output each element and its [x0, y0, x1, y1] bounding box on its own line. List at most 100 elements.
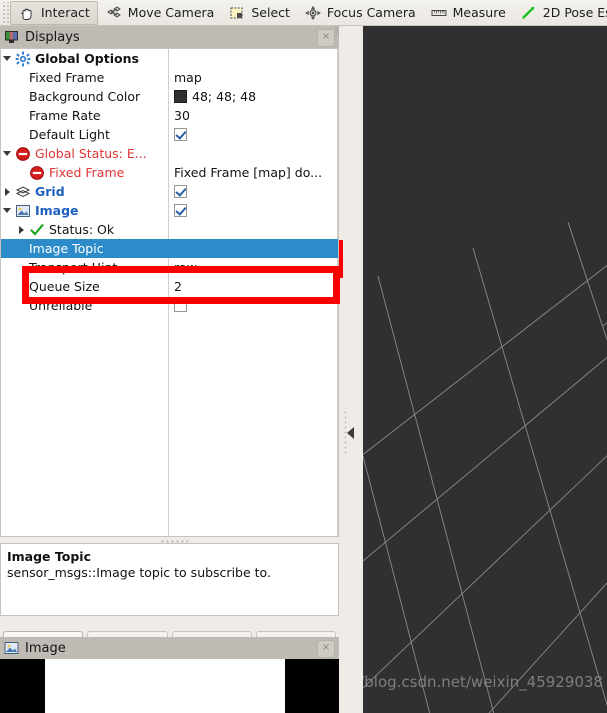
tool-move-camera[interactable]: Move Camera — [98, 1, 222, 25]
tree-row[interactable]: Status: Ok — [1, 220, 338, 239]
tree-row-label: Image — [35, 203, 79, 218]
annotation-rectangle-overflow — [339, 240, 343, 278]
chevron-down-icon[interactable] — [1, 144, 15, 163]
tree-row-value-cell[interactable] — [169, 49, 338, 68]
tree-row-value-cell[interactable] — [169, 125, 338, 144]
chevron-right-icon[interactable] — [1, 182, 15, 201]
select-rect-icon — [230, 7, 243, 18]
render-viewport-3d[interactable]: https://blog.csdn.net/weixin_45929038 — [363, 26, 607, 713]
tree-row-name-cell: Background Color — [1, 87, 169, 106]
tree-row-label: Background Color — [29, 89, 141, 104]
tree-row-name-cell: Fixed Frame — [1, 163, 169, 182]
tree-row-value: map — [174, 70, 202, 85]
tree-row[interactable]: Frame Rate 30 — [1, 106, 338, 125]
hand-cursor-icon — [21, 8, 32, 20]
image-display-area[interactable] — [0, 659, 339, 713]
tree-row-value-cell[interactable] — [169, 182, 338, 201]
tree-row-label: Global Options — [35, 51, 139, 66]
tree-row-label: Global Status: E... — [35, 146, 147, 161]
tool-interact[interactable]: Interact — [10, 0, 98, 25]
tree-row-value-cell[interactable] — [169, 296, 338, 315]
tool-2d-pose-estimate[interactable]: 2D Pose Estima — [513, 1, 607, 25]
checkbox[interactable] — [174, 299, 187, 312]
chevron-down-icon[interactable] — [1, 49, 15, 68]
tree-row-label: Queue Size — [29, 279, 100, 294]
tree-row[interactable]: Fixed Frame Fixed Frame [map] do... — [1, 163, 338, 182]
focus-camera-icon — [305, 5, 321, 20]
chevron-left-icon[interactable] — [347, 427, 354, 439]
tool-measure[interactable]: Measure — [423, 1, 513, 25]
tree-row[interactable]: Queue Size 2 — [1, 277, 338, 296]
tree-row-value-cell[interactable] — [169, 220, 338, 239]
tree-row[interactable]: Fixed Frame map — [1, 68, 338, 87]
tree-row[interactable]: Global Status: E... — [1, 144, 338, 163]
chevron-down-icon[interactable] — [1, 201, 15, 220]
tree-row-name-cell: Image — [1, 201, 169, 220]
tree-row-value-cell[interactable]: raw — [169, 258, 338, 277]
toolbar-drag-handle[interactable] — [1, 1, 10, 24]
image-dock-title: Image — [25, 640, 66, 656]
image-dock: Image × — [0, 637, 339, 713]
image-dock-header: Image × — [0, 637, 339, 659]
property-description-box: Image Topic sensor_msgs::Image topic to … — [0, 543, 339, 616]
tool-focus-camera[interactable]: Focus Camera — [297, 1, 423, 25]
tree-row[interactable]: Transport Hint raw — [1, 258, 338, 277]
main-toolbar: Interact Move Camera Select Focus Camera… — [0, 0, 607, 26]
checkbox[interactable] — [174, 185, 187, 198]
tree-row-value-cell[interactable]: 30 — [169, 106, 338, 125]
tree-row-value: Fixed Frame [map] do... — [174, 165, 323, 180]
tree-row-value-cell[interactable] — [169, 239, 338, 258]
tree-row-name-cell: Transport Hint — [1, 258, 169, 277]
displays-dock-header: Displays × — [0, 26, 339, 48]
rviz-window: Interact Move Camera Select Focus Camera… — [0, 0, 607, 713]
tree-row-value-cell[interactable] — [169, 201, 338, 220]
chevron-right-icon[interactable] — [15, 220, 29, 239]
tree-row[interactable]: Background Color 48; 48; 48 — [1, 87, 338, 106]
description-title: Image Topic — [7, 549, 91, 564]
tree-row-name-cell: Frame Rate — [1, 106, 169, 125]
tree-row-value-cell[interactable] — [169, 144, 338, 163]
tree-row-value-cell[interactable]: Fixed Frame [map] do... — [169, 163, 338, 182]
image-thumbnail-icon — [4, 642, 19, 654]
tree-row-value: 30 — [174, 108, 190, 123]
tree-row-label: Default Light — [29, 127, 110, 142]
tree-row-value-cell[interactable]: 48; 48; 48 — [169, 87, 338, 106]
watermark-text: https://blog.csdn.net/weixin_45929038 — [363, 673, 603, 691]
color-swatch[interactable] — [174, 90, 187, 103]
tree-row-value-cell[interactable]: map — [169, 68, 338, 87]
tree-row-name-cell: Fixed Frame — [1, 68, 169, 87]
viewport-splitter-strip[interactable] — [339, 26, 363, 713]
tree-row[interactable]: Default Light — [1, 125, 338, 144]
tree-row[interactable]: Grid — [1, 182, 338, 201]
checkbox[interactable] — [174, 128, 187, 141]
image-content — [45, 659, 285, 713]
tree-row[interactable]: Global Options — [1, 49, 338, 68]
tool-2d-pose-estimate-label: 2D Pose Estima — [542, 5, 607, 20]
tool-select[interactable]: Select — [221, 1, 297, 25]
tree-row[interactable]: Unreliable — [1, 296, 338, 315]
tree-row-value: raw — [174, 260, 198, 275]
tree-row-value-cell[interactable]: 2 — [169, 277, 338, 296]
image-dock-close-button[interactable]: × — [317, 640, 335, 658]
displays-dock-title: Displays — [25, 29, 80, 45]
tree-row-label: Unreliable — [29, 298, 93, 313]
tree-row-name-cell: Default Light — [1, 125, 169, 144]
tool-move-camera-label: Move Camera — [127, 5, 215, 20]
tree-row-name-cell: Image Topic — [1, 239, 169, 258]
checkbox[interactable] — [174, 204, 187, 217]
tree-row-name-cell: Grid — [1, 182, 169, 201]
displays-dock: Displays × Global Options Fixed Frame map B… — [0, 26, 340, 663]
tree-row-label: Fixed Frame — [49, 165, 125, 180]
tree-row[interactable]: Image Topic — [1, 239, 338, 258]
tool-select-label: Select — [251, 5, 290, 20]
displays-close-button[interactable]: × — [317, 29, 335, 47]
displays-tree[interactable]: Global Options Fixed Frame map Background C… — [0, 48, 339, 537]
grid-icon — [15, 185, 31, 197]
tree-row[interactable]: Image — [1, 201, 338, 220]
